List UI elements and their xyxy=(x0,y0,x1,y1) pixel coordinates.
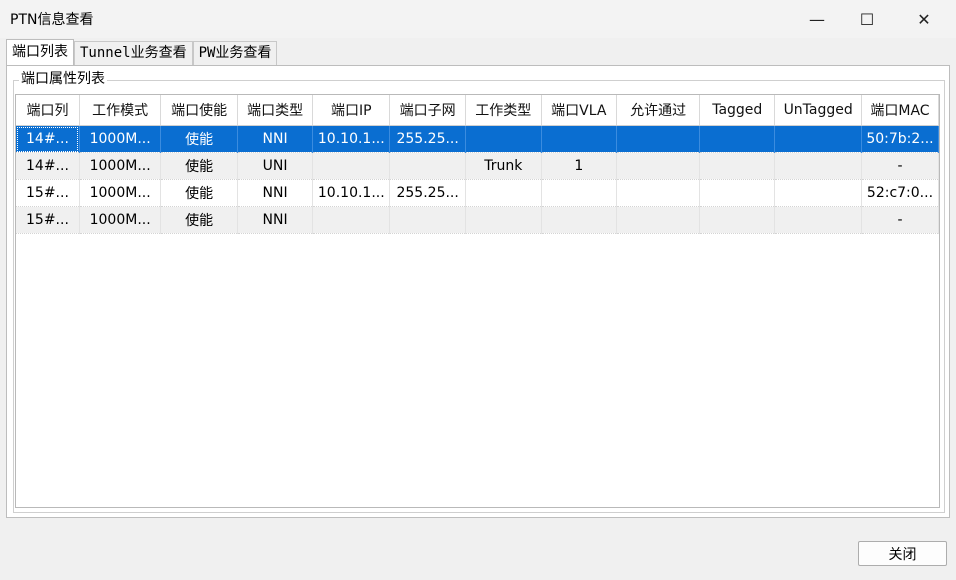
table-cell[interactable]: 10.10.1... xyxy=(312,125,391,153)
table-row[interactable]: 15#... 1000M... 使能 NNI - xyxy=(16,206,939,234)
table-cell[interactable] xyxy=(541,179,618,207)
minimize-button[interactable]: — xyxy=(793,0,841,38)
table-cell[interactable]: - xyxy=(861,152,939,180)
table-cell[interactable] xyxy=(699,125,776,153)
table-cell[interactable] xyxy=(774,152,862,180)
tab-tunnel-service[interactable]: Tunnel业务查看 xyxy=(74,41,193,65)
minimize-icon: — xyxy=(809,9,825,29)
table-cell[interactable]: NNI xyxy=(237,206,314,234)
table-cell[interactable]: NNI xyxy=(237,125,314,153)
table-cell[interactable]: 14#... xyxy=(16,152,80,180)
column-header[interactable]: 端口列 xyxy=(16,95,80,126)
table-cell[interactable] xyxy=(699,179,776,207)
title-bar: PTN信息查看 — ☐ ✕ xyxy=(0,0,956,38)
table-row[interactable]: 14#... 1000M... 使能 UNI Trunk 1 - xyxy=(16,152,939,180)
port-table-grid: 端口列 工作模式 端口使能 端口类型 端口IP 端口子网 工作类型 端口VLA 允许通过 Tagg… xyxy=(16,95,939,234)
table-cell[interactable] xyxy=(312,152,391,180)
table-cell[interactable] xyxy=(389,206,467,234)
table-cell[interactable] xyxy=(774,206,862,234)
table-cell[interactable]: UNI xyxy=(237,152,314,180)
close-button[interactable]: 关闭 xyxy=(858,541,947,566)
table-cell[interactable]: 10.10.1... xyxy=(312,179,391,207)
column-header[interactable]: 工作类型 xyxy=(465,95,542,126)
table-cell[interactable] xyxy=(541,125,618,153)
table-cell[interactable] xyxy=(774,179,862,207)
table-cell[interactable]: 1000M... xyxy=(79,125,162,153)
table-row[interactable]: 14#... 1000M... 使能 NNI 10.10.1... 255.25... 50… xyxy=(16,125,939,153)
table-body: 14#... 1000M... 使能 NNI 10.10.1... 255.25... 50… xyxy=(16,125,939,234)
table-cell[interactable] xyxy=(616,152,701,180)
table-cell[interactable]: 1 xyxy=(541,152,618,180)
column-header[interactable]: 端口使能 xyxy=(160,95,238,126)
table-cell[interactable]: - xyxy=(861,206,939,234)
column-header[interactable]: 端口IP xyxy=(312,95,391,126)
table-cell[interactable]: 使能 xyxy=(160,179,238,207)
table-cell[interactable] xyxy=(541,206,618,234)
column-header[interactable]: 端口子网 xyxy=(389,95,467,126)
maximize-button[interactable]: ☐ xyxy=(843,0,891,38)
table-cell[interactable]: 15#... xyxy=(16,206,80,234)
column-header[interactable]: 工作模式 xyxy=(79,95,162,126)
column-header[interactable]: 端口VLA xyxy=(541,95,618,126)
column-header[interactable]: 允许通过 xyxy=(616,95,701,126)
table-cell[interactable]: 255.25... xyxy=(389,179,467,207)
column-header[interactable]: 端口类型 xyxy=(237,95,314,126)
table-cell[interactable]: 1000M... xyxy=(79,152,162,180)
group-label: 端口属性列表 xyxy=(19,68,107,88)
table-cell[interactable] xyxy=(699,152,776,180)
table-cell[interactable]: 52:c7:0... xyxy=(861,179,939,207)
table-cell[interactable] xyxy=(312,206,391,234)
table-cell[interactable] xyxy=(465,125,542,153)
column-header[interactable]: Tagged xyxy=(699,95,776,126)
tab-strip: 端口列表 Tunnel业务查看 PW业务查看 xyxy=(6,39,278,65)
table-cell[interactable] xyxy=(616,206,701,234)
table-cell[interactable]: 15#... xyxy=(16,179,80,207)
tab-panel: 端口属性列表 端口列 工作模式 端口使能 端口类型 端口IP 端口子网 工作类型 端口VLA 允… xyxy=(6,65,950,518)
table-cell[interactable] xyxy=(465,179,542,207)
table-cell[interactable]: 1000M... xyxy=(79,179,162,207)
close-icon: ✕ xyxy=(917,9,931,29)
table-cell[interactable] xyxy=(616,125,701,153)
table-cell[interactable]: 使能 xyxy=(160,152,238,180)
column-header[interactable]: UnTagged xyxy=(774,95,862,126)
tab-port-list[interactable]: 端口列表 xyxy=(6,39,74,65)
table-cell[interactable] xyxy=(465,206,542,234)
table-cell[interactable] xyxy=(389,152,467,180)
table-cell[interactable]: Trunk xyxy=(465,152,542,180)
close-window-button[interactable]: ✕ xyxy=(900,0,948,38)
table-cell[interactable]: 50:7b:2... xyxy=(861,125,939,153)
table-cell[interactable] xyxy=(699,206,776,234)
column-header[interactable]: 端口MAC xyxy=(861,95,939,126)
maximize-icon: ☐ xyxy=(859,9,875,29)
tab-pw-service[interactable]: PW业务查看 xyxy=(192,41,278,65)
table-cell[interactable]: 14#... xyxy=(16,125,80,153)
table-cell[interactable]: 使能 xyxy=(160,206,238,234)
table-cell[interactable]: 1000M... xyxy=(79,206,162,234)
table-cell[interactable]: NNI xyxy=(237,179,314,207)
table-cell[interactable]: 使能 xyxy=(160,125,238,153)
window-title: PTN信息查看 xyxy=(10,12,94,28)
port-table[interactable]: 端口列 工作模式 端口使能 端口类型 端口IP 端口子网 工作类型 端口VLA 允许通过 Tagg… xyxy=(15,94,940,508)
table-header-row: 端口列 工作模式 端口使能 端口类型 端口IP 端口子网 工作类型 端口VLA 允许通过 Tagg… xyxy=(16,95,939,126)
table-cell[interactable]: 255.25... xyxy=(389,125,467,153)
table-cell[interactable] xyxy=(616,179,701,207)
table-row[interactable]: 15#... 1000M... 使能 NNI 10.10.1... 255.25... 52… xyxy=(16,179,939,207)
table-cell[interactable] xyxy=(774,125,862,153)
